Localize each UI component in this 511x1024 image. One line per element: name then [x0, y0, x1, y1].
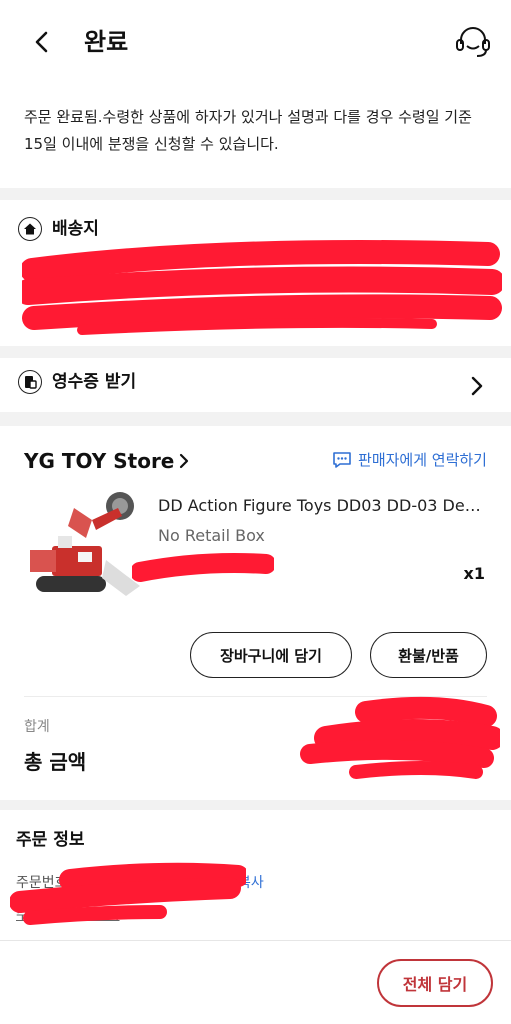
shipping-label: 배송지: [52, 219, 99, 239]
dispute-notice: 주문 완료됨.수령한 상품에 하자가 있거나 설명과 다를 경우 수령일 기준 …: [24, 108, 472, 153]
order-info-title: 주문 정보: [16, 830, 85, 850]
home-icon: [18, 217, 42, 241]
bottom-action-bar: 전체 담기: [0, 940, 511, 1024]
back-button[interactable]: [26, 26, 58, 58]
product-variant: No Retail Box: [158, 526, 265, 545]
refund-return-button[interactable]: 환불/반품: [370, 632, 487, 678]
receipt-icon: [18, 370, 42, 394]
section-divider: [0, 346, 511, 358]
page-title: 완료: [84, 28, 129, 56]
receipt-label: 영수증 받기: [52, 372, 137, 392]
headset-icon: [456, 27, 490, 57]
contact-seller-link[interactable]: 판매자에게 연락하기: [332, 448, 487, 472]
product-name[interactable]: DD Action Figure Toys DD03 DD-03 Death E…: [158, 494, 490, 518]
add-to-cart-button[interactable]: 장바구니에 담기: [190, 632, 352, 678]
address-redaction: [22, 240, 502, 335]
section-divider: [0, 800, 511, 810]
store-name: YG TOY Store: [24, 449, 175, 473]
chat-icon: [333, 452, 351, 468]
product-image[interactable]: [22, 490, 144, 612]
total-amount-label: 총 금액: [24, 750, 87, 774]
contact-seller-label: 판매자에게 연락하기: [358, 451, 487, 469]
store-link[interactable]: YG TOY Store: [24, 448, 190, 474]
chevron-left-icon: [35, 31, 48, 53]
chevron-right-icon: [471, 376, 483, 396]
section-divider: [0, 188, 511, 200]
add-all-to-cart-button[interactable]: 전체 담기: [377, 959, 493, 1007]
order-number-redaction: [10, 862, 246, 925]
price-redaction: [132, 553, 274, 582]
receipt-row[interactable]: 영수증 받기: [0, 358, 511, 412]
sum-label: 합계: [24, 719, 50, 735]
product-quantity: x1: [463, 564, 485, 583]
top-bar: 완료: [0, 0, 511, 86]
customer-support-button[interactable]: [453, 22, 493, 62]
section-divider: [0, 412, 511, 426]
total-redaction: [300, 696, 500, 779]
chevron-right-icon: [180, 453, 189, 469]
